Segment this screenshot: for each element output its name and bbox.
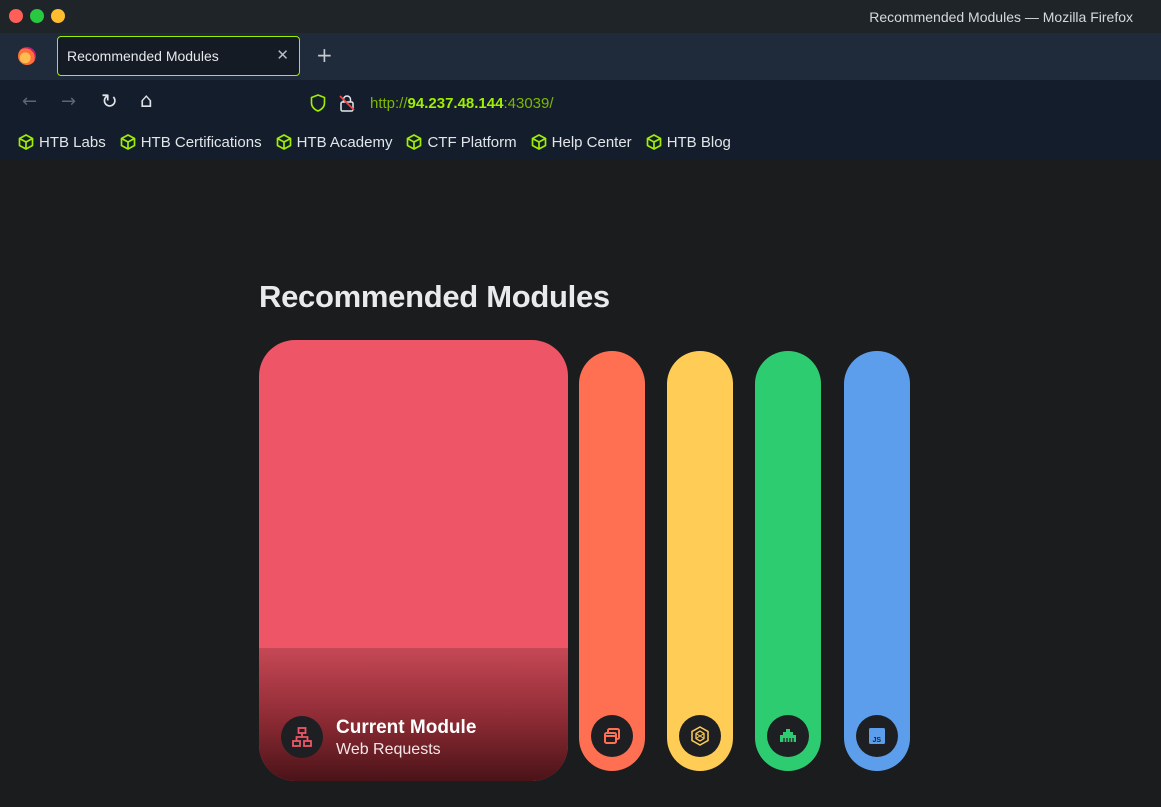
shield-icon[interactable]: [310, 94, 326, 112]
firefox-icon[interactable]: [18, 47, 36, 65]
module-card-1[interactable]: [579, 351, 645, 771]
url-text[interactable]: http://94.237.48.144:43039/: [370, 95, 554, 112]
current-module-card[interactable]: Current Module Web Requests: [259, 340, 568, 781]
module-card-4[interactable]: JS: [844, 351, 910, 771]
url-port: :43039/: [503, 94, 554, 112]
new-tab-button[interactable]: +: [316, 43, 333, 67]
bookmark-ctf-platform[interactable]: CTF Platform: [406, 133, 517, 151]
module-card-2[interactable]: [667, 351, 733, 771]
insecure-lock-icon[interactable]: [338, 94, 356, 112]
bookmark-htb-certifications[interactable]: HTB Certifications: [120, 134, 262, 151]
htb-cube-icon: [276, 134, 291, 150]
js-icon: JS: [856, 715, 898, 757]
bookmark-htb-academy[interactable]: HTB Academy: [276, 133, 393, 151]
bookmark-help-center[interactable]: Help Center: [531, 134, 632, 151]
current-module-title: Current Module: [336, 717, 477, 738]
bookmark-label: HTB Blog: [666, 133, 731, 151]
bookmark-label: Help Center: [551, 133, 632, 151]
back-button[interactable]: ←: [22, 91, 37, 112]
bookmark-label: HTB Labs: [39, 133, 106, 151]
maximize-window-button[interactable]: [30, 9, 44, 23]
htb-cube-icon: [531, 134, 546, 150]
navigation-bar: ← → ↻ ⌂ http://94.237.48.144:43039/: [0, 80, 1161, 125]
window-titlebar: Recommended Modules — Mozilla Firefox: [0, 0, 1161, 33]
windows-icon: [591, 715, 633, 757]
page-title: Recommended Modules: [259, 279, 610, 314]
tab-bar: Recommended Modules ✕ +: [0, 33, 1161, 80]
card-gradient-overlay: [259, 648, 568, 781]
network-icon: [281, 716, 323, 758]
url-bar[interactable]: http://94.237.48.144:43039/: [310, 92, 554, 114]
close-window-button[interactable]: [9, 9, 23, 23]
reload-button[interactable]: ↻: [101, 89, 118, 113]
hexagon-icon: [679, 715, 721, 757]
url-host: 94.237.48.144: [407, 94, 504, 112]
close-icon[interactable]: ✕: [276, 46, 289, 64]
forward-button[interactable]: →: [61, 91, 76, 112]
bookmark-htb-labs[interactable]: HTB Labs: [18, 134, 106, 151]
page-content: Recommended Modules Current Module Web R…: [0, 159, 1161, 807]
htb-cube-icon: [646, 134, 662, 150]
bookmarks-toolbar: HTB Labs HTB Certifications HTB Academy …: [0, 125, 1161, 159]
bookmark-label: HTB Academy: [296, 133, 393, 151]
tab-recommended-modules[interactable]: Recommended Modules ✕: [57, 36, 300, 76]
url-protocol: http://: [370, 94, 408, 112]
svg-text:JS: JS: [872, 737, 881, 744]
tab-label: Recommended Modules: [67, 48, 219, 64]
htb-cube-icon: [407, 134, 422, 150]
ethernet-icon: [767, 715, 809, 757]
window-title: Recommended Modules — Mozilla Firefox: [869, 9, 1133, 25]
bookmark-htb-blog[interactable]: HTB Blog: [646, 134, 731, 151]
htb-cube-icon: [18, 134, 34, 150]
current-module-name: Web Requests: [336, 741, 441, 758]
home-button[interactable]: ⌂: [140, 88, 153, 112]
bookmark-label: HTB Certifications: [140, 133, 262, 151]
bookmark-label: CTF Platform: [427, 133, 517, 151]
minimize-window-button[interactable]: [51, 9, 65, 23]
htb-cube-icon: [120, 134, 136, 150]
window-controls: [9, 9, 65, 23]
module-card-3[interactable]: [755, 351, 821, 771]
